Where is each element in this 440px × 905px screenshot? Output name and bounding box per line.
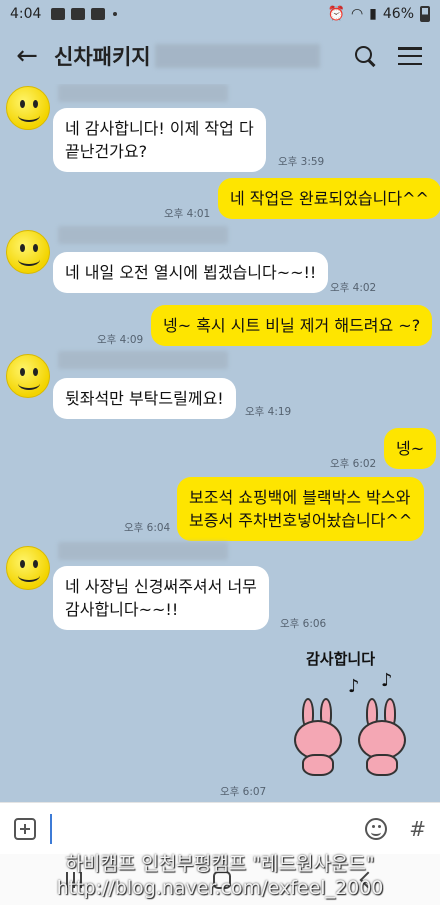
message-line: 넹~ 혹시 시트 비닐 제거 해드려요 ~? [163, 316, 421, 335]
message-line: 넹~ [396, 439, 425, 458]
back-nav-icon[interactable] [359, 871, 377, 888]
message-bubble-outgoing[interactable]: 넹~ 혹시 시트 비닐 제거 해드려요 ~? [151, 305, 433, 346]
message-time: 오후 6:02 [330, 458, 377, 470]
more-notifications-icon [113, 12, 118, 16]
avatar[interactable] [6, 546, 50, 590]
battery-icon [420, 6, 430, 22]
message-line: 네 작업은 완료되었습니다^^ [230, 189, 429, 208]
message-bubble-incoming[interactable]: 네 사장님 신경써주셔서 너무 감사합니다~~!! [53, 566, 269, 630]
sticker-text: 감사합니다 [306, 650, 376, 668]
sender-name-redaction [58, 542, 228, 560]
message-line: 네 감사합니다! 이제 작업 다 [65, 119, 254, 138]
status-right: ⏰ ◠ ▮ 46% [327, 6, 430, 22]
chat-title: 신차패키지 [54, 46, 151, 69]
sender-name-redaction [58, 226, 228, 244]
message-bubble-incoming[interactable]: 네 감사합니다! 이제 작업 다 끝난건가요? [53, 108, 266, 172]
battery-percent: 46% [382, 6, 414, 22]
message-bubble-outgoing[interactable]: 넹~ [384, 428, 437, 469]
bunny-character-left [292, 698, 344, 778]
chat-area[interactable]: 네 감사합니다! 이제 작업 다 끝난건가요? 오후 3:59 오후 4:01 … [0, 84, 440, 802]
gallery-notification-icon [51, 8, 66, 20]
alarm-icon: ⏰ [327, 6, 345, 22]
cloud-notification-icon [71, 8, 86, 20]
music-note-icon: ♪ [381, 670, 393, 691]
message-bubble-outgoing[interactable]: 보조석 쇼핑백에 블랙박스 박스와 보증서 주차번호넣어놨습니다^^ [177, 477, 425, 541]
emoji-icon[interactable] [365, 817, 388, 840]
plus-icon[interactable] [14, 817, 36, 840]
message-time: 오후 3:59 [278, 156, 325, 168]
recent-apps-icon[interactable] [65, 871, 82, 888]
message-line: 뒷좌석만 부탁드릴께요! [65, 389, 224, 408]
message-time: 오후 4:02 [330, 282, 377, 294]
message-line: 보증서 주차번호넣어놨습니다^^ [189, 511, 413, 530]
sender-name-redaction [58, 351, 228, 369]
menu-icon[interactable] [398, 47, 422, 65]
input-bar: # [0, 802, 440, 854]
message-time: 오후 4:09 [97, 334, 144, 346]
message-line: 끝난건가요? [65, 142, 148, 161]
home-icon[interactable] [212, 870, 231, 889]
hash-icon[interactable]: # [409, 817, 426, 841]
avatar[interactable] [6, 86, 50, 130]
message-bubble-incoming[interactable]: 뒷좌석만 부탁드릴께요! [53, 378, 236, 419]
avatar[interactable] [6, 354, 50, 398]
message-line: 네 사장님 신경써주셔서 너무 [65, 577, 257, 596]
message-time: 오후 6:07 [220, 786, 267, 798]
message-time: 오후 6:04 [124, 522, 171, 534]
wifi-icon: ◠ [350, 6, 364, 22]
back-button[interactable]: ← [0, 28, 54, 84]
message-line: 감사합니다~~!! [65, 600, 179, 619]
status-time: 4:04 [10, 6, 42, 22]
music-note-icon: ♪ [348, 676, 360, 697]
message-input[interactable] [50, 813, 366, 844]
system-nav-bar [0, 854, 440, 905]
chat-header: ← 신차패키지 [0, 28, 440, 84]
back-arrow-icon: ← [16, 41, 38, 71]
message-bubble-outgoing[interactable]: 네 작업은 완료되었습니다^^ [218, 178, 440, 219]
message-line: 보조석 쇼핑백에 블랙박스 박스와 [189, 488, 411, 507]
app-notification-icon [91, 8, 106, 20]
message-time: 오후 4:19 [245, 406, 292, 418]
title-redaction [154, 44, 320, 68]
message-bubble-incoming[interactable]: 네 내일 오전 열시에 뵙겠습니다~~!! [53, 252, 329, 293]
sticker-thanks[interactable]: 감사합니다 ♪ ♪ [278, 644, 428, 784]
status-bar: 4:04 ⏰ ◠ ▮ 46% [0, 0, 440, 28]
signal-icon: ▮ [369, 6, 377, 22]
sender-name-redaction [58, 84, 228, 102]
message-time: 오후 6:06 [280, 618, 327, 630]
avatar[interactable] [6, 230, 50, 274]
search-icon[interactable] [354, 45, 376, 67]
bunny-character-right [356, 698, 408, 778]
message-line: 네 내일 오전 열시에 뵙겠습니다~~!! [65, 263, 317, 282]
message-time: 오후 4:01 [164, 208, 211, 220]
